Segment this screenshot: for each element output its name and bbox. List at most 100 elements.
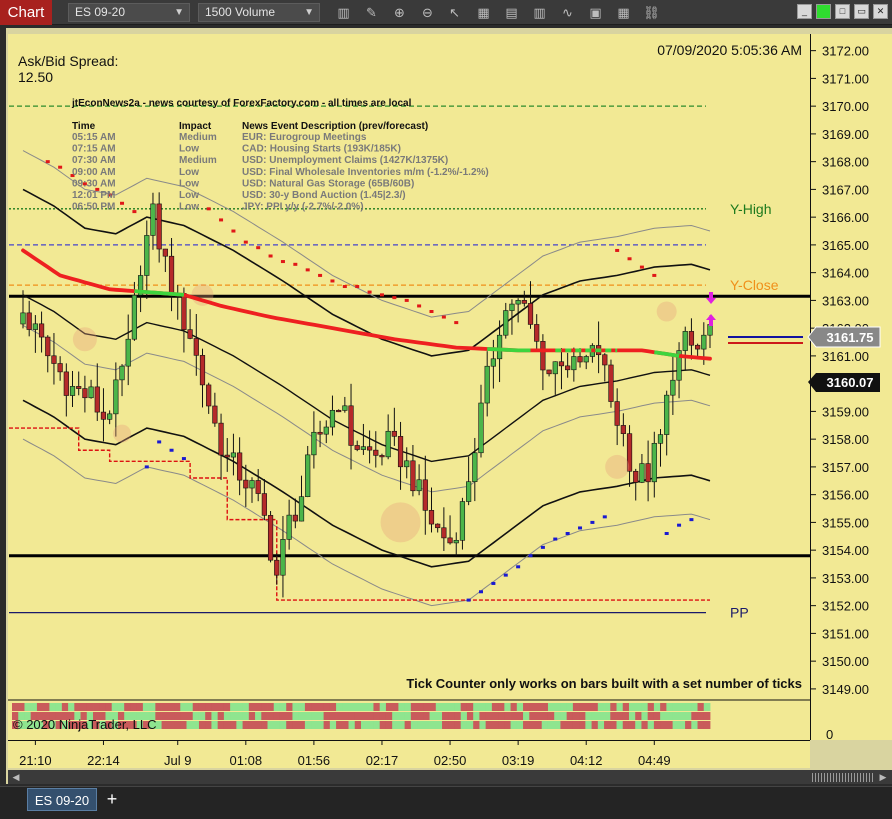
horizontal-scrollbar[interactable] — [8, 770, 892, 784]
candle-57[interactable] — [373, 431, 379, 468]
candle-59[interactable] — [385, 414, 391, 460]
candle-94[interactable] — [602, 353, 608, 382]
candle-54[interactable] — [354, 440, 360, 452]
candle-88[interactable] — [565, 352, 571, 378]
candle-56[interactable] — [366, 430, 373, 464]
candle-81[interactable] — [521, 290, 527, 307]
candle-10[interactable] — [82, 375, 88, 413]
candle-41[interactable] — [274, 553, 280, 585]
candle-11[interactable] — [88, 379, 94, 399]
candle-84[interactable] — [540, 334, 546, 391]
candle-43[interactable] — [286, 499, 292, 550]
candle-35[interactable] — [237, 437, 243, 496]
candle-76[interactable] — [490, 339, 496, 389]
candle-40[interactable] — [267, 511, 274, 563]
candle-69[interactable] — [447, 515, 453, 545]
candle-27[interactable] — [187, 309, 193, 340]
candle-7[interactable] — [63, 363, 69, 417]
candle-1[interactable] — [26, 300, 32, 337]
candle-45[interactable] — [298, 475, 305, 522]
candle-61[interactable] — [397, 421, 404, 490]
candle-22[interactable] — [156, 192, 162, 263]
candle-42[interactable] — [280, 516, 286, 598]
candle-106[interactable] — [676, 342, 682, 399]
candle-39[interactable] — [261, 479, 267, 521]
candle-38[interactable] — [255, 469, 261, 502]
candle-66[interactable] — [428, 487, 435, 533]
candle-29[interactable] — [199, 348, 206, 408]
candle-46[interactable] — [305, 445, 311, 498]
candle-31[interactable] — [212, 392, 218, 427]
candle-60[interactable] — [391, 407, 397, 446]
candle-93[interactable] — [595, 321, 602, 374]
candle-83[interactable] — [534, 314, 540, 352]
candle-3[interactable] — [38, 311, 45, 353]
candle-103[interactable] — [657, 428, 664, 467]
candle-96[interactable] — [614, 388, 620, 446]
candle-47[interactable] — [311, 411, 317, 469]
candle-33[interactable] — [224, 438, 230, 472]
candle-53[interactable] — [348, 383, 354, 470]
candle-20[interactable] — [144, 220, 150, 299]
candle-95[interactable] — [608, 359, 614, 408]
candle-51[interactable] — [336, 409, 342, 413]
candle-50[interactable] — [329, 395, 336, 436]
candle-2[interactable] — [32, 315, 38, 353]
candle-71[interactable] — [459, 497, 466, 550]
candle-75[interactable] — [484, 351, 490, 417]
candle-25[interactable] — [175, 285, 181, 320]
candle-74[interactable] — [478, 384, 484, 458]
instrument-tab[interactable]: ES 09-20 — [27, 788, 97, 811]
candle-58[interactable] — [379, 453, 385, 466]
candle-32[interactable] — [218, 413, 224, 481]
candle-86[interactable] — [552, 361, 558, 395]
candle-80[interactable] — [515, 298, 521, 323]
candle-107[interactable] — [682, 326, 688, 371]
candle-64[interactable] — [416, 464, 422, 496]
candle-92[interactable] — [589, 343, 596, 363]
candle-104[interactable] — [664, 390, 670, 456]
candle-91[interactable] — [583, 354, 589, 370]
candle-23[interactable] — [162, 248, 168, 273]
price-chart[interactable]: Y-High Y-Close PP 3149.00 3150.00 3151.00 315… — [0, 0, 892, 819]
candle-102[interactable] — [651, 431, 657, 498]
candle-70[interactable] — [453, 532, 459, 556]
candle-87[interactable] — [558, 348, 565, 390]
candle-36[interactable] — [243, 464, 249, 507]
scroll-left-icon[interactable]: ◀ — [10, 771, 22, 783]
candle-85[interactable] — [546, 369, 552, 377]
candle-99[interactable] — [633, 468, 639, 501]
candle-101[interactable] — [645, 440, 651, 502]
candle-19[interactable] — [137, 265, 144, 313]
candle-16[interactable] — [119, 364, 125, 397]
candle-15[interactable] — [113, 362, 119, 437]
candle-49[interactable] — [323, 420, 329, 444]
candle-72[interactable] — [466, 456, 472, 506]
candle-12[interactable] — [94, 363, 100, 421]
scroll-right-icon[interactable]: ▶ — [877, 771, 889, 783]
candle-8[interactable] — [69, 370, 76, 407]
candle-24[interactable] — [168, 238, 175, 312]
candle-108[interactable] — [688, 318, 695, 360]
candle-34[interactable] — [230, 433, 237, 476]
candle-9[interactable] — [76, 371, 82, 396]
candle-89[interactable] — [571, 347, 577, 382]
candle-4[interactable] — [45, 335, 51, 373]
candle-55[interactable] — [360, 423, 367, 455]
candle-13[interactable] — [100, 388, 107, 442]
candle-21[interactable] — [150, 192, 156, 250]
candle-73[interactable] — [472, 437, 478, 502]
candle-67[interactable] — [435, 523, 441, 533]
candle-6[interactable] — [57, 356, 63, 381]
candle-78[interactable] — [503, 302, 509, 339]
candle-63[interactable] — [410, 444, 416, 497]
candle-14[interactable] — [107, 410, 113, 425]
candle-17[interactable] — [125, 314, 131, 386]
candle-97[interactable] — [620, 413, 626, 447]
candle-52[interactable] — [342, 396, 348, 413]
candle-98[interactable] — [626, 425, 633, 487]
candle-105[interactable] — [670, 355, 676, 415]
scroll-thumb[interactable] — [812, 773, 874, 782]
candle-37[interactable] — [249, 477, 255, 503]
candle-82[interactable] — [527, 281, 534, 329]
